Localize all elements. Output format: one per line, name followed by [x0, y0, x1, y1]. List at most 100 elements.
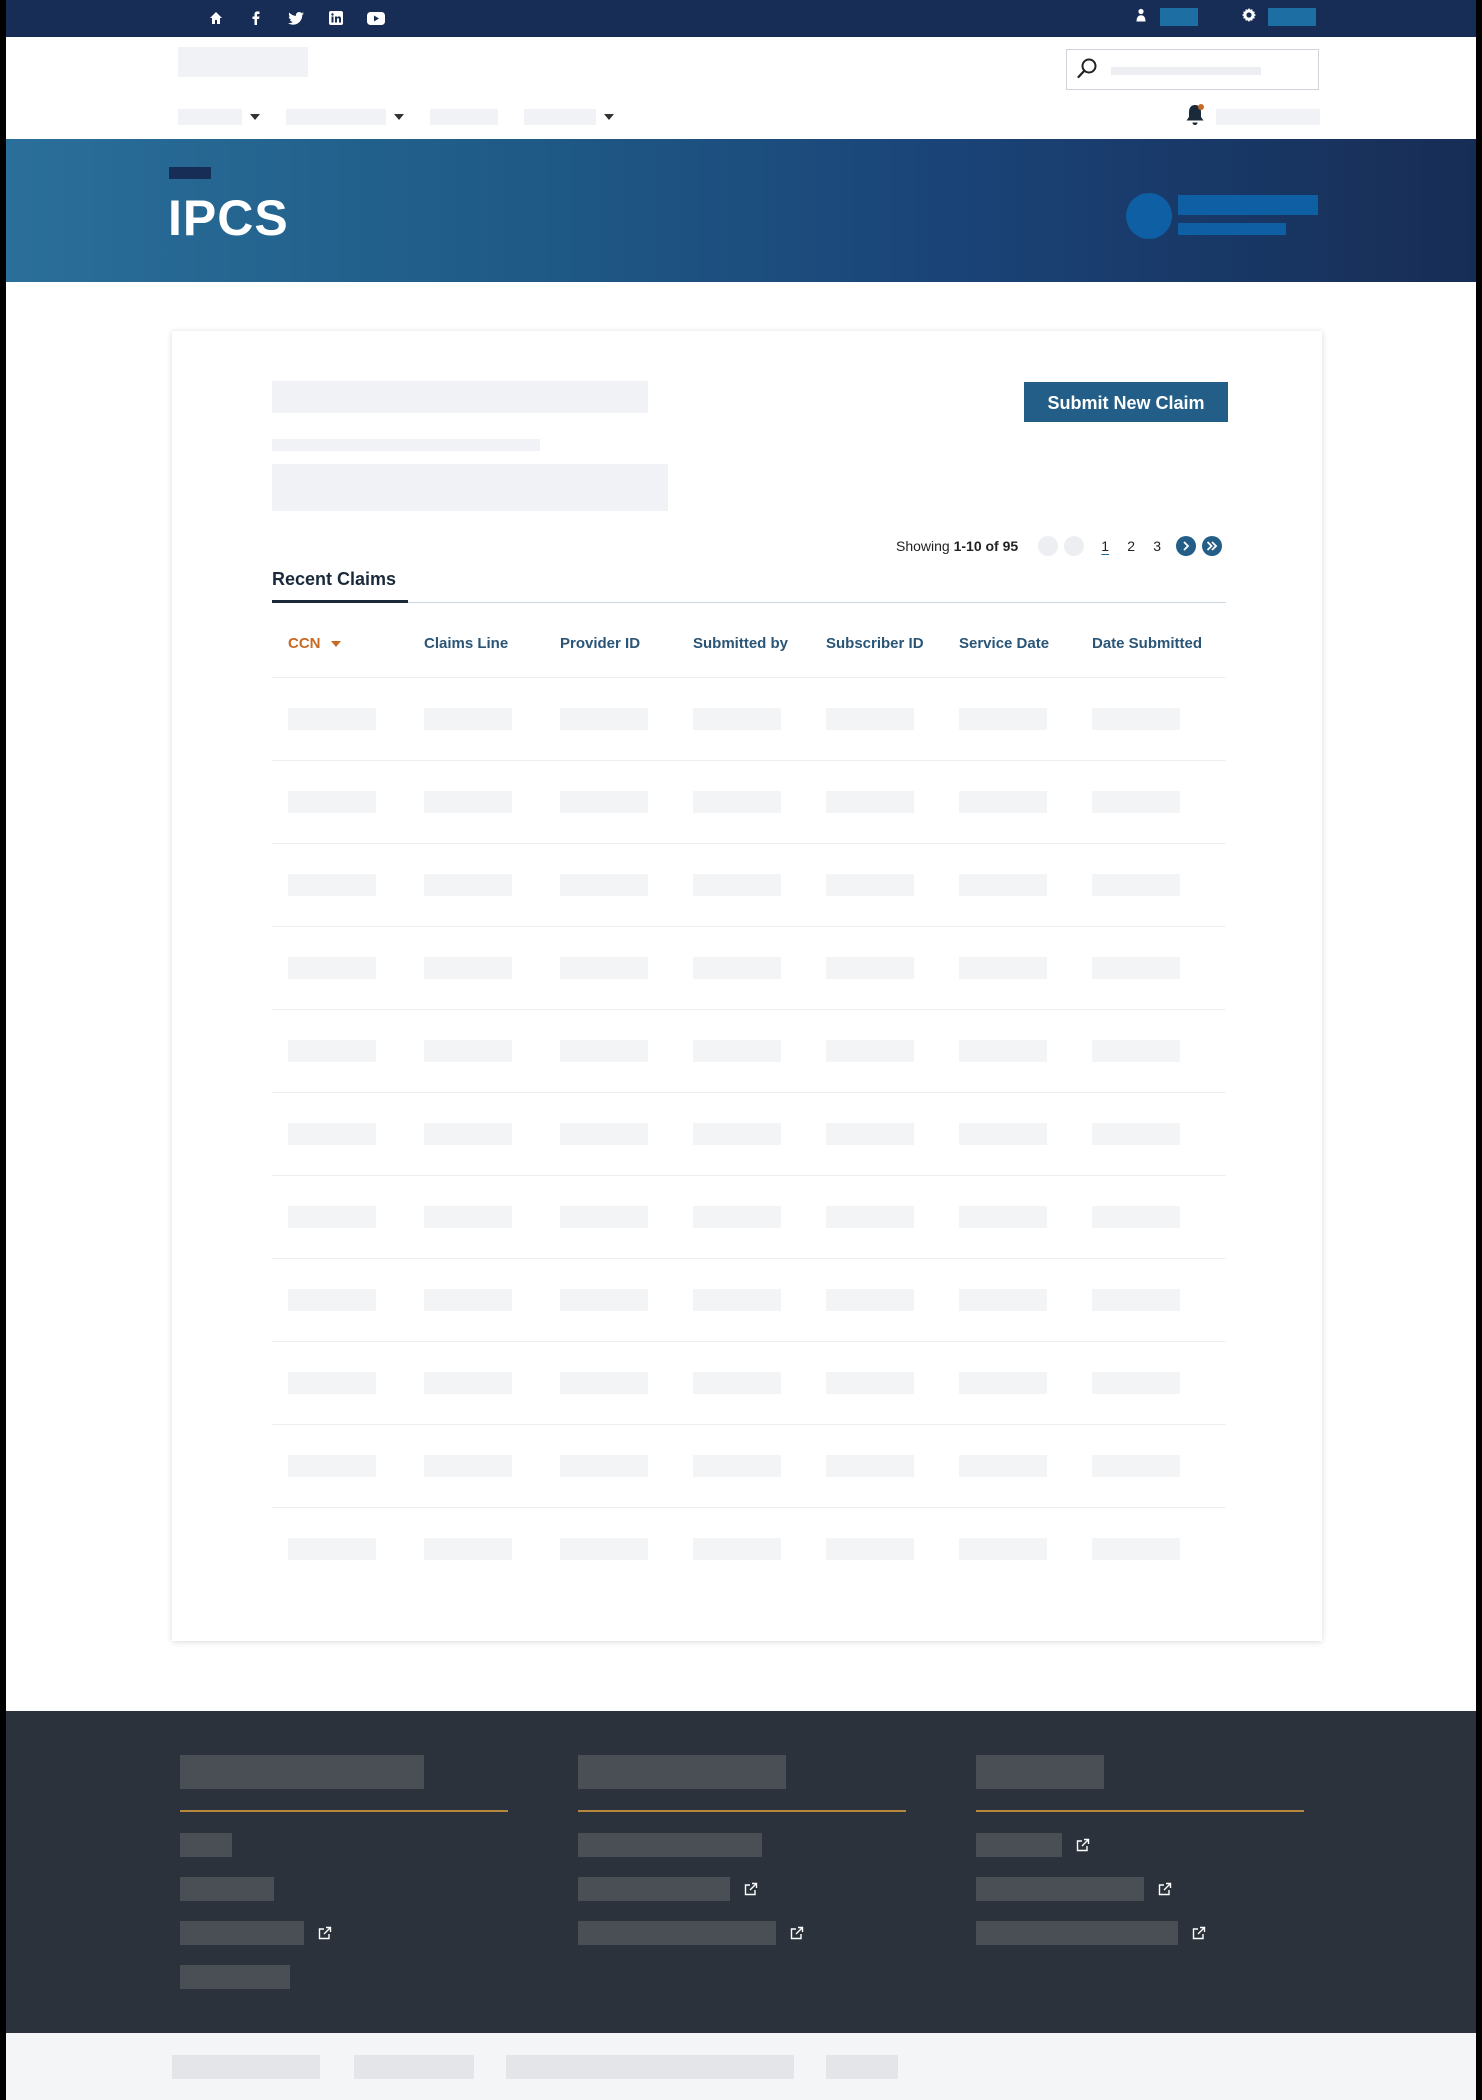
cell-placeholder [959, 790, 1047, 813]
home-icon[interactable] [196, 8, 236, 28]
utility-bar [6, 0, 1476, 37]
next-page-button[interactable] [1176, 536, 1197, 556]
nav-item-1[interactable] [178, 109, 260, 125]
table-cell [810, 759, 943, 843]
nav-item-3[interactable] [430, 109, 498, 125]
column-header-service-date[interactable]: Service Date [943, 611, 1076, 677]
table-cell [544, 1174, 677, 1258]
notifications-link[interactable] [1216, 109, 1320, 125]
table-cell [810, 676, 943, 760]
settings-link[interactable] [1268, 8, 1316, 26]
table-cell [408, 842, 544, 926]
column-header-submitted-by[interactable]: Submitted by [677, 611, 810, 677]
cell-placeholder [693, 1122, 781, 1145]
table-cell [943, 676, 1076, 760]
footer-link[interactable] [578, 1877, 758, 1901]
table-cell [1076, 759, 1226, 843]
column-header-date-submitted[interactable]: Date Submitted [1076, 611, 1226, 677]
table-cell [810, 1506, 943, 1590]
main-nav [178, 109, 640, 125]
table-cell [408, 1174, 544, 1258]
site-logo[interactable] [178, 47, 308, 77]
cell-placeholder [959, 873, 1047, 896]
footer-link[interactable] [180, 1877, 274, 1901]
footer-column-3 [976, 1755, 1304, 1945]
cell-placeholder [1092, 1039, 1180, 1062]
column-header-claims-line[interactable]: Claims Line [408, 611, 544, 677]
table-row[interactable] [272, 1506, 1226, 1590]
column-header-provider-id[interactable]: Provider ID [544, 611, 677, 677]
youtube-icon[interactable] [356, 8, 396, 28]
table-row[interactable] [272, 759, 1226, 843]
footer-link[interactable] [180, 1921, 332, 1945]
footer-link[interactable] [976, 1877, 1172, 1901]
table-row[interactable] [272, 676, 1226, 760]
page-title: IPCS [168, 190, 289, 246]
table-row[interactable] [272, 1340, 1226, 1424]
table-cell [408, 925, 544, 1009]
user-icon[interactable] [1132, 8, 1150, 26]
table-row[interactable] [272, 1423, 1226, 1507]
filter-input[interactable] [272, 464, 668, 511]
table-row[interactable] [272, 1257, 1226, 1341]
table-cell [677, 1091, 810, 1175]
prev-page-button[interactable] [1064, 536, 1085, 556]
facebook-icon[interactable] [236, 8, 276, 28]
footer-link[interactable] [976, 1921, 1206, 1945]
cell-placeholder [693, 873, 781, 896]
gear-icon[interactable] [1240, 8, 1258, 26]
table-cell [272, 842, 408, 926]
account-link[interactable] [1160, 8, 1198, 26]
first-page-button[interactable] [1038, 536, 1059, 556]
last-page-button[interactable] [1202, 536, 1223, 556]
table-row[interactable] [272, 842, 1226, 926]
page-1-link[interactable]: 1 [1092, 538, 1118, 554]
sub-footer-link[interactable] [172, 2055, 320, 2079]
table-cell [677, 1174, 810, 1258]
sub-footer-link[interactable] [826, 2055, 898, 2079]
footer-link[interactable] [976, 1833, 1090, 1857]
column-header-subscriber-id[interactable]: Subscriber ID [810, 611, 943, 677]
table-row[interactable] [272, 1174, 1226, 1258]
table-cell [272, 1091, 408, 1175]
cell-placeholder [288, 707, 376, 730]
footer-link[interactable] [180, 1833, 232, 1857]
bell-icon[interactable] [1184, 103, 1206, 127]
nav-item-2[interactable] [286, 109, 404, 125]
cell-placeholder [424, 1122, 512, 1145]
cell-placeholder [826, 1537, 914, 1560]
table-cell [544, 1257, 677, 1341]
table-cell [544, 676, 677, 760]
column-header-ccn[interactable]: CCN [272, 611, 408, 677]
table-cell [1076, 1423, 1226, 1507]
sub-footer-link[interactable] [506, 2055, 794, 2079]
submit-new-claim-button[interactable]: Submit New Claim [1024, 382, 1228, 422]
page-3-link[interactable]: 3 [1144, 538, 1170, 554]
cell-placeholder [560, 790, 648, 813]
footer-link[interactable] [180, 1965, 290, 1989]
page-2-link[interactable]: 2 [1118, 538, 1144, 554]
search-icon[interactable] [1077, 57, 1097, 81]
table-cell [272, 1423, 408, 1507]
linkedin-icon[interactable] [316, 8, 356, 28]
footer-link[interactable] [578, 1833, 762, 1857]
avatar[interactable] [1126, 193, 1172, 239]
search-input[interactable] [1066, 49, 1319, 90]
cell-placeholder [826, 956, 914, 979]
footer-link[interactable] [578, 1921, 804, 1945]
chevron-down-icon [250, 114, 260, 120]
sub-footer-link[interactable] [354, 2055, 474, 2079]
table-cell [544, 1423, 677, 1507]
table-row[interactable] [272, 1008, 1226, 1092]
tab-recent-claims[interactable]: Recent Claims [272, 561, 408, 603]
cell-placeholder [826, 1205, 914, 1228]
table-row[interactable] [272, 925, 1226, 1009]
nav-item-4[interactable] [524, 109, 614, 125]
cell-placeholder [959, 1205, 1047, 1228]
table-cell [810, 1091, 943, 1175]
cell-placeholder [693, 1371, 781, 1394]
twitter-icon[interactable] [276, 8, 316, 28]
cell-placeholder [1092, 1371, 1180, 1394]
table-row[interactable] [272, 1091, 1226, 1175]
cell-placeholder [288, 1454, 376, 1477]
